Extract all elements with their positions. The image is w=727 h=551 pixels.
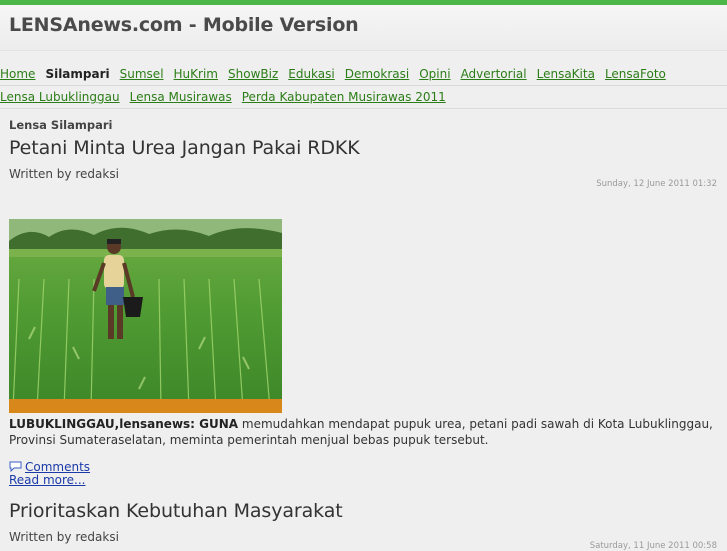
nav-lensakita[interactable]: LensaKita <box>537 67 595 81</box>
comments-link[interactable]: Comments <box>25 460 90 474</box>
section-label: Lensa Silampari <box>9 118 113 132</box>
nav-silampari[interactable]: Silampari <box>45 67 109 81</box>
summary-lead: LUBUKLINGGAU,lensanews: GUNA <box>9 417 239 431</box>
article-photo <box>9 219 282 413</box>
nav-lensafoto[interactable]: LensaFoto <box>605 67 666 81</box>
site-header: LENSAnews.com - Mobile Version <box>0 5 727 51</box>
subnav-perda-musirawas[interactable]: Perda Kabupaten Musirawas 2011 <box>242 90 446 104</box>
main-nav: Home Silampari Sumsel HuKrim ShowBiz Edukasi D… <box>0 63 727 86</box>
photo-caption-bar <box>9 399 282 413</box>
nav-showbiz[interactable]: ShowBiz <box>228 67 278 81</box>
nav-edukasi[interactable]: Edukasi <box>288 67 334 81</box>
nav-hukrim[interactable]: HuKrim <box>174 67 218 81</box>
article-byline: Written by redaksi <box>9 530 119 544</box>
article-date: Saturday, 11 June 2011 00:58 <box>589 541 717 551</box>
article-date: Sunday, 12 June 2011 01:32 <box>596 179 717 189</box>
nav-sumsel[interactable]: Sumsel <box>120 67 164 81</box>
subnav-lensa-lubuklinggau[interactable]: Lensa Lubuklinggau <box>0 90 120 104</box>
read-more-link[interactable]: Read more... <box>9 473 86 487</box>
sub-nav: Lensa Lubuklinggau Lensa Musirawas Perda K… <box>0 86 727 109</box>
article-title: Prioritaskan Kebutuhan Masyarakat <box>9 500 343 522</box>
nav-advertorial[interactable]: Advertorial <box>461 67 527 81</box>
subnav-lensa-musirawas[interactable]: Lensa Musirawas <box>130 90 232 104</box>
nav-home[interactable]: Home <box>0 67 35 81</box>
article-byline: Written by redaksi <box>9 167 119 181</box>
site-title: LENSAnews.com - Mobile Version <box>9 14 359 36</box>
article-summary: LUBUKLINGGAU,lensanews: GUNA memudahkan … <box>9 416 719 448</box>
nav-demokrasi[interactable]: Demokrasi <box>345 67 409 81</box>
article-title: Petani Minta Urea Jangan Pakai RDKK <box>9 137 360 159</box>
rice-field-photo <box>9 219 282 413</box>
nav-opini[interactable]: Opini <box>419 67 450 81</box>
